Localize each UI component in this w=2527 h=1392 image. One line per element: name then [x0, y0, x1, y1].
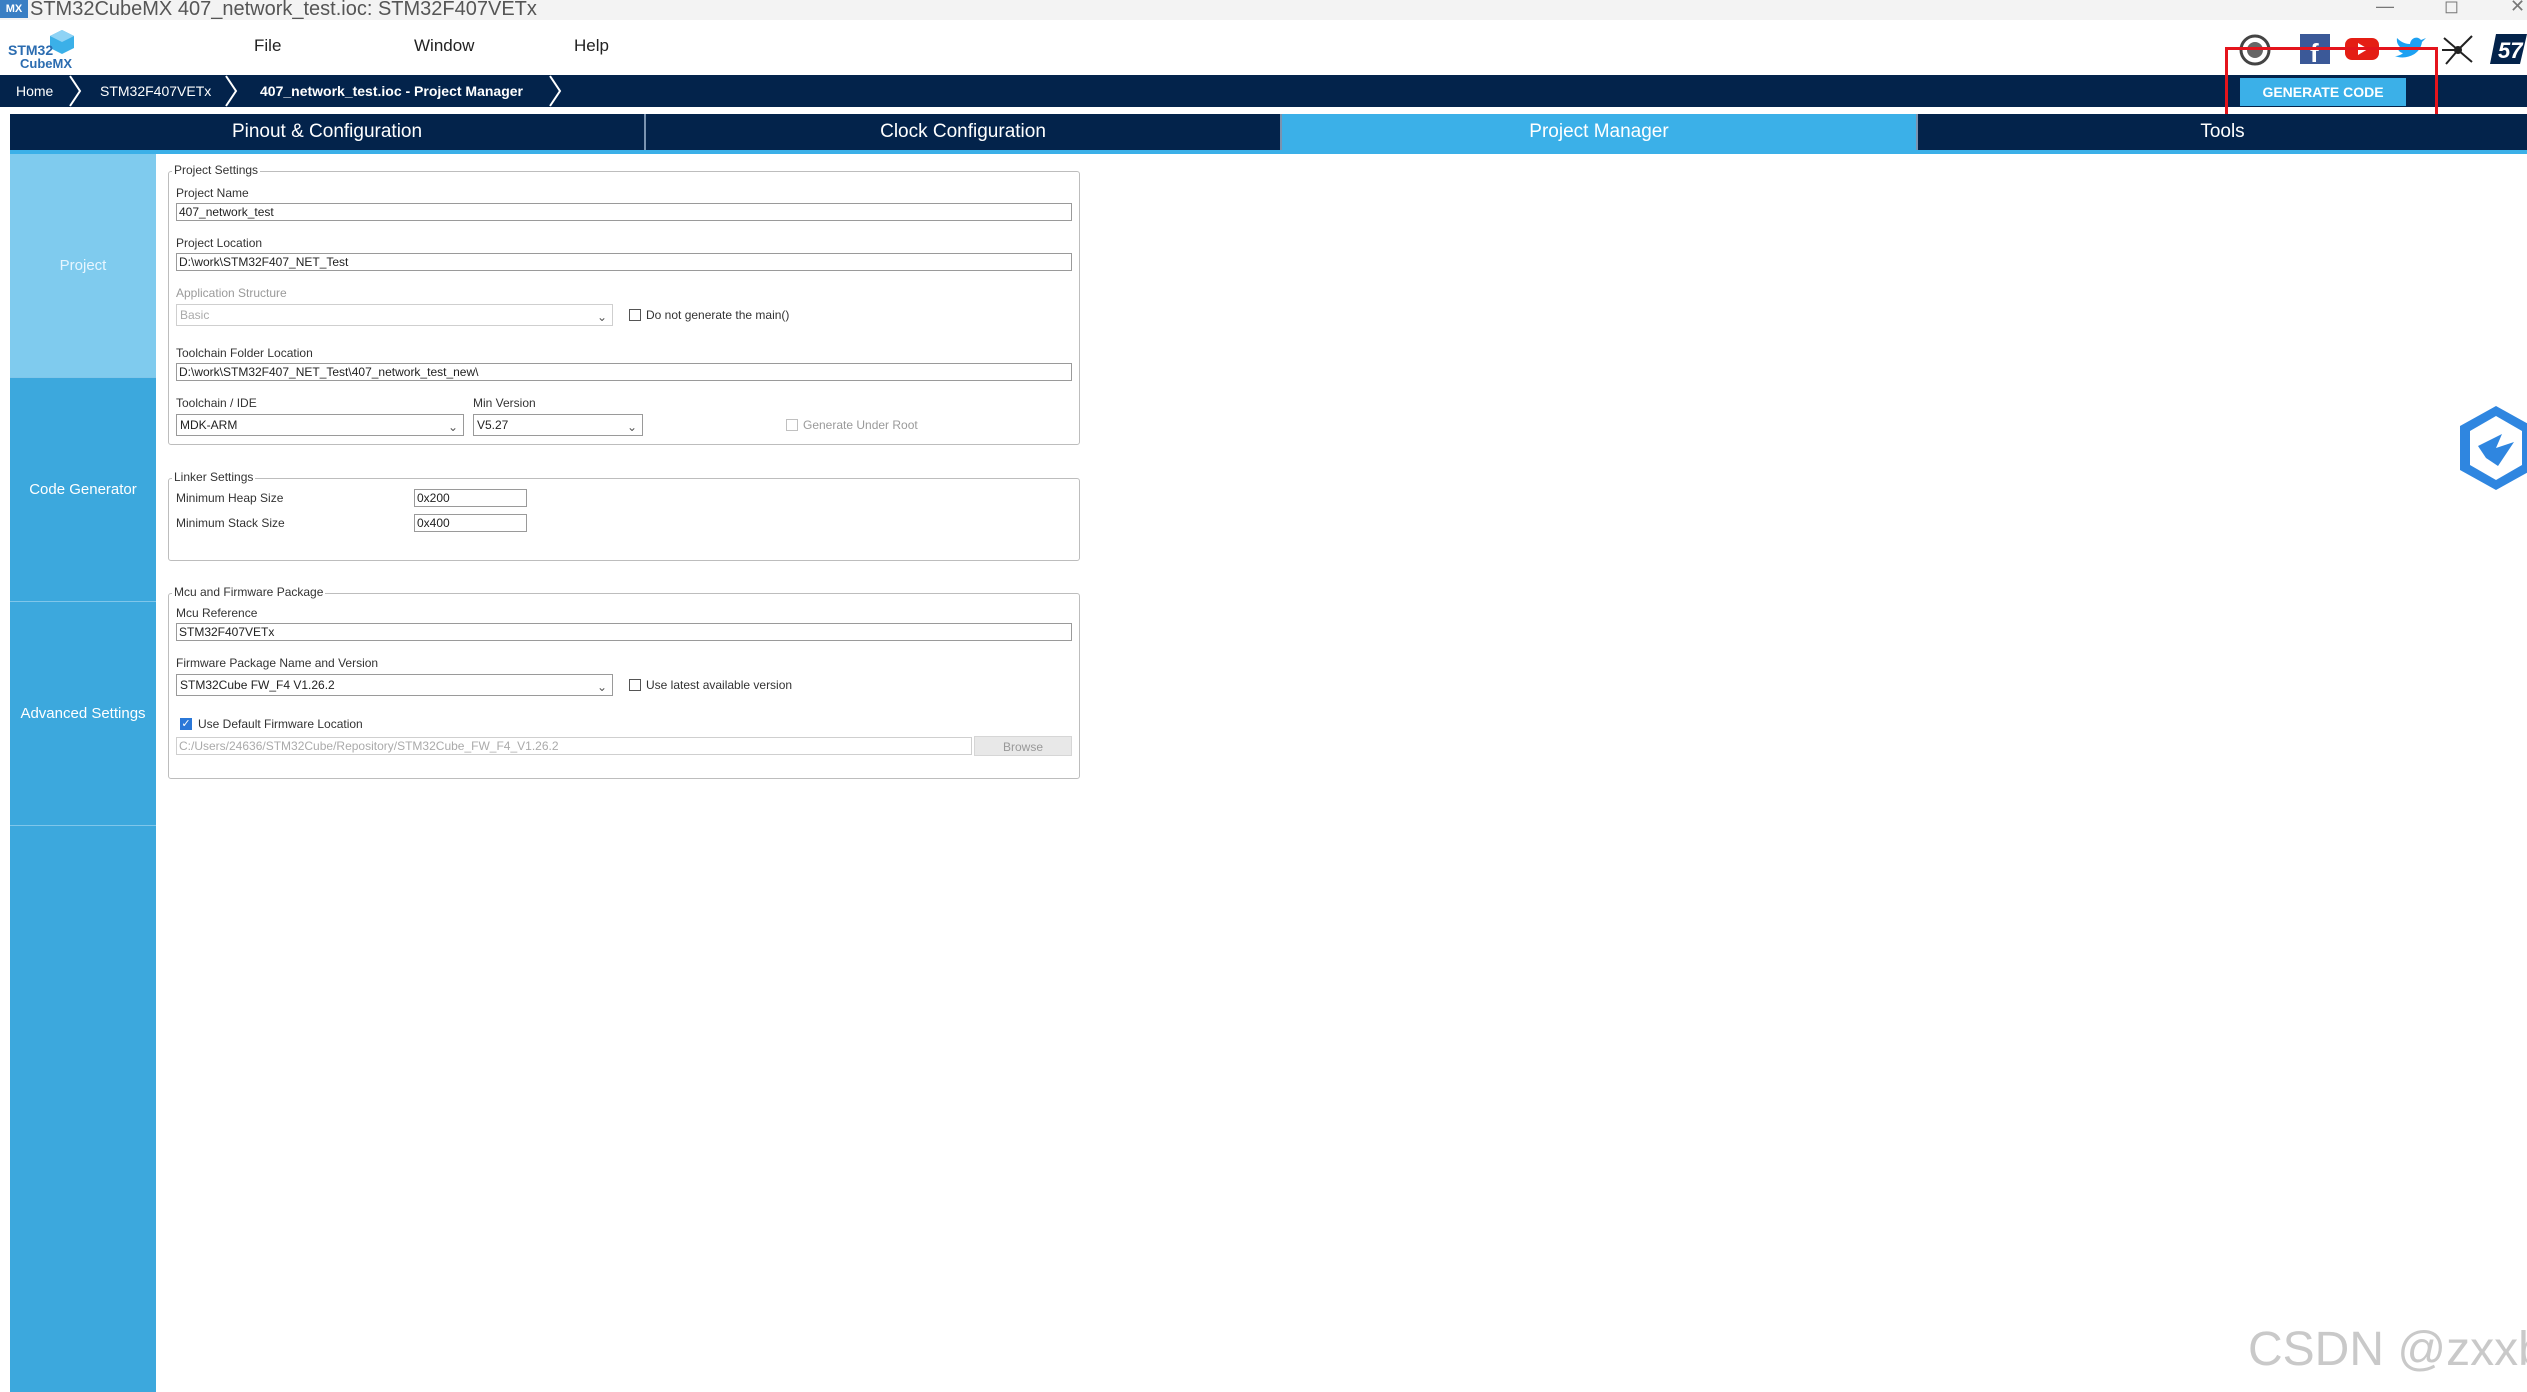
st-logo-icon[interactable]: 57	[2490, 30, 2527, 68]
breadcrumb-separator-icon	[69, 75, 82, 107]
mcu-reference-field[interactable]: STM32F407VETx	[176, 623, 1072, 641]
toolchain-label: Toolchain / IDE	[176, 396, 257, 410]
firmware-package-label: Firmware Package Name and Version	[176, 656, 379, 670]
minimize-button[interactable]: —	[2376, 0, 2394, 17]
stack-size-label: Minimum Stack Size	[176, 516, 285, 530]
toolchain-folder-field[interactable]: D:\work\STM32F407_NET_Test\407_network_t…	[176, 363, 1072, 381]
cubemx-logo[interactable]: STM32 CubeMX	[6, 26, 80, 72]
use-latest-label: Use latest available version	[646, 678, 793, 692]
toolchain-folder-label: Toolchain Folder Location	[176, 346, 313, 360]
linker-settings-group	[168, 478, 1080, 561]
no-main-label: Do not generate the main()	[646, 308, 790, 322]
app-structure-label: Application Structure	[176, 286, 287, 300]
app-icon: MX	[0, 0, 28, 18]
toolchain-select[interactable]: MDK-ARM ⌄	[176, 414, 464, 436]
default-location-checkbox[interactable]: ✓	[180, 718, 192, 730]
project-settings-legend: Project Settings	[172, 163, 261, 177]
breadcrumb-separator-icon	[225, 75, 238, 107]
title-bar: MX STM32CubeMX 407_network_test.ioc: STM…	[0, 0, 2527, 20]
watermark: CSDN @zxxb	[2248, 1323, 2527, 1376]
tab-underline	[10, 150, 2527, 154]
tab-clock-configuration[interactable]: Clock Configuration	[646, 114, 1280, 150]
browse-button[interactable]: Browse	[974, 736, 1072, 756]
project-location-field[interactable]: D:\work\STM32F407_NET_Test	[176, 253, 1072, 271]
breadcrumb-home[interactable]: Home	[16, 75, 53, 107]
svg-text:57: 57	[2498, 38, 2524, 63]
tab-tools[interactable]: Tools	[1918, 114, 2527, 150]
stack-size-field[interactable]: 0x400	[414, 514, 527, 532]
project-name-field[interactable]: 407_network_test	[176, 203, 1072, 221]
min-version-value: V5.27	[477, 418, 509, 432]
nav-project[interactable]: Project	[10, 154, 156, 378]
firmware-package-select[interactable]: STM32Cube FW_F4 V1.26.2 ⌄	[176, 674, 613, 696]
chevron-down-icon: ⌄	[447, 420, 458, 434]
mcu-firmware-legend: Mcu and Firmware Package	[172, 585, 326, 599]
breadcrumb-mcu[interactable]: STM32F407VETx	[100, 75, 211, 107]
menu-window[interactable]: Window	[414, 36, 474, 56]
tab-project-manager[interactable]: Project Manager	[1282, 114, 1916, 150]
app-structure-select[interactable]: Basic ⌄	[176, 304, 613, 326]
menu-help[interactable]: Help	[574, 36, 609, 56]
chevron-down-icon: ⌄	[596, 680, 607, 694]
breadcrumb-separator-icon	[549, 75, 562, 107]
linker-settings-legend: Linker Settings	[172, 470, 256, 484]
app-structure-value: Basic	[180, 308, 210, 322]
breadcrumb-current[interactable]: 407_network_test.ioc - Project Manager	[260, 75, 523, 107]
assistant-bird-icon[interactable]	[2456, 404, 2527, 492]
logo-text-cubemx: CubeMX	[20, 56, 72, 71]
min-version-label: Min Version	[473, 396, 536, 410]
project-name-label: Project Name	[176, 186, 249, 200]
menu-bar	[0, 20, 2527, 75]
menu-file[interactable]: File	[254, 36, 281, 56]
heap-size-field[interactable]: 0x200	[414, 489, 527, 507]
default-location-label: Use Default Firmware Location	[198, 717, 363, 731]
chevron-down-icon: ⌄	[626, 420, 637, 434]
no-main-checkbox[interactable]	[629, 309, 641, 321]
generate-under-root-label: Generate Under Root	[803, 418, 918, 432]
tab-pinout-configuration[interactable]: Pinout & Configuration	[10, 114, 644, 150]
toolchain-value: MDK-ARM	[180, 418, 238, 432]
network-icon[interactable]	[2440, 32, 2476, 68]
close-button[interactable]: ✕	[2510, 0, 2525, 17]
highlight-box	[2225, 47, 2438, 118]
mcu-reference-label: Mcu Reference	[176, 606, 258, 620]
maximize-button[interactable]: ◻	[2444, 0, 2459, 17]
chevron-down-icon: ⌄	[596, 310, 607, 324]
use-latest-checkbox[interactable]	[629, 679, 641, 691]
nav-code-generator[interactable]: Code Generator	[10, 378, 156, 602]
nav-advanced-settings[interactable]: Advanced Settings	[10, 602, 156, 826]
min-version-select[interactable]: V5.27 ⌄	[473, 414, 643, 436]
project-location-label: Project Location	[176, 236, 263, 250]
heap-size-label: Minimum Heap Size	[176, 491, 284, 505]
window-title: STM32CubeMX 407_network_test.ioc: STM32F…	[30, 0, 537, 20]
firmware-path-field[interactable]: C:/Users/24636/STM32Cube/Repository/STM3…	[176, 737, 972, 755]
firmware-package-value: STM32Cube FW_F4 V1.26.2	[180, 678, 335, 692]
generate-under-root-checkbox[interactable]	[786, 419, 798, 431]
